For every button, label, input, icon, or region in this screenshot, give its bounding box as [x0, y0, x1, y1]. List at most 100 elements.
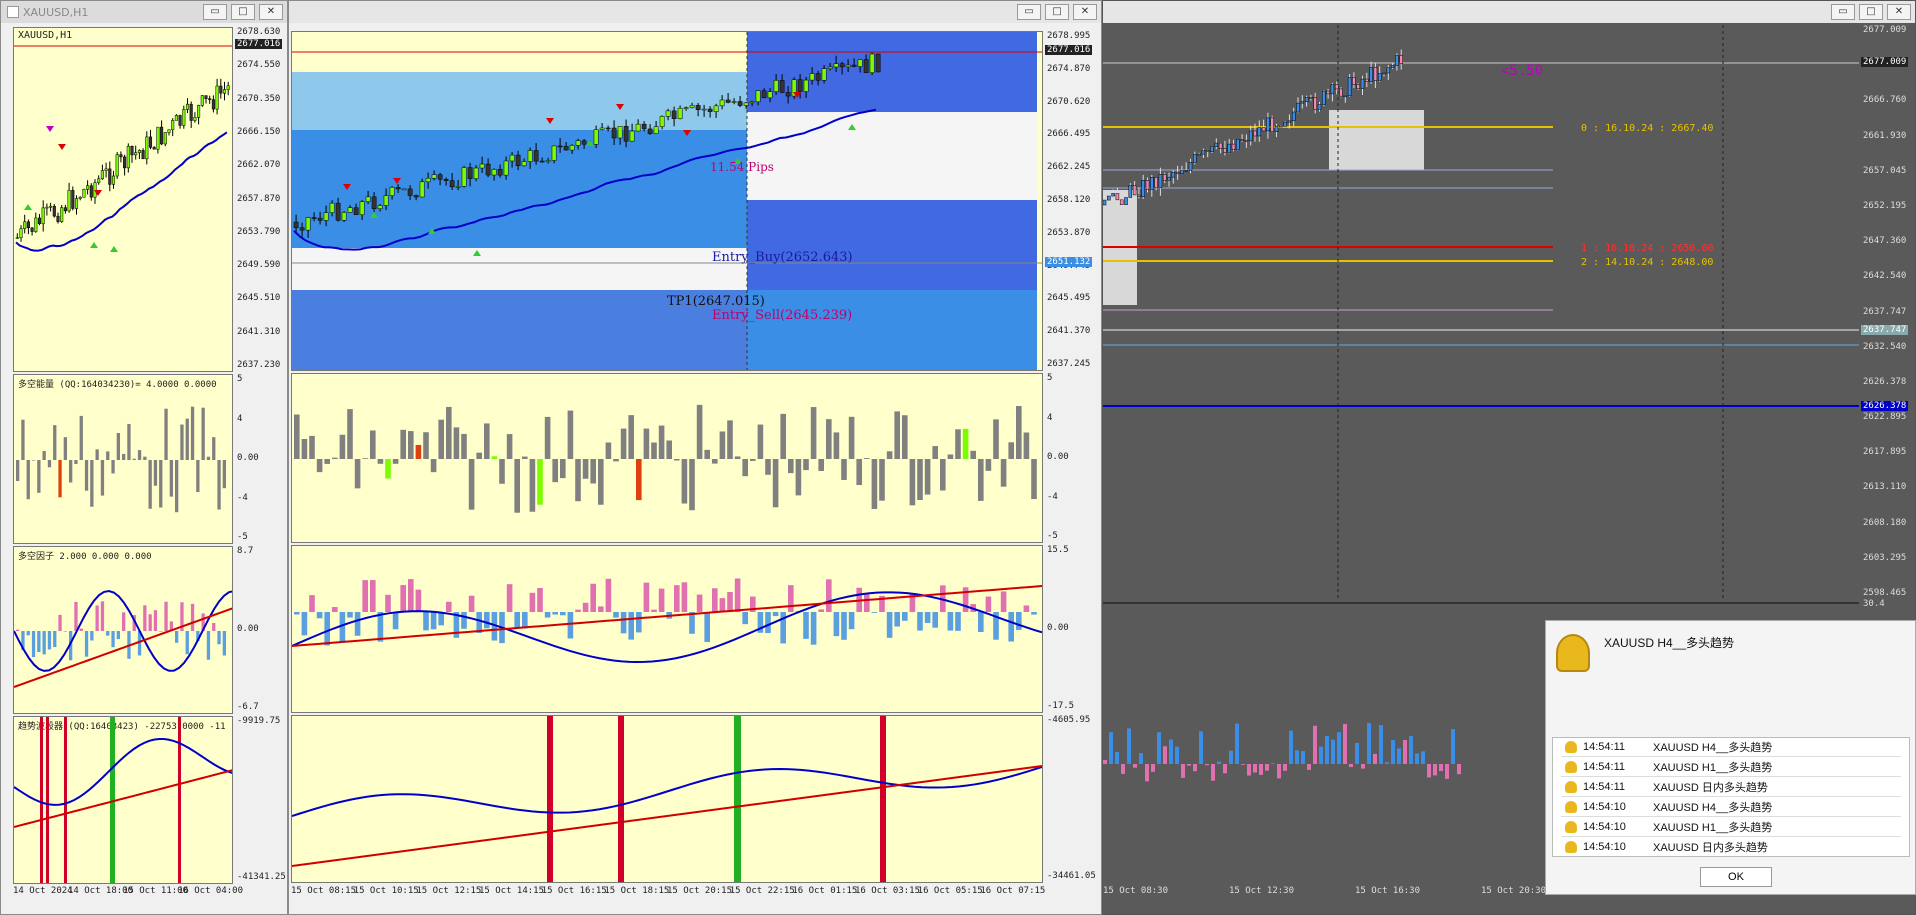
maximize-button[interactable]: □	[1859, 4, 1883, 20]
axis-tick-label: -4	[237, 492, 248, 503]
window-titlebar[interactable]: ▭ □ ✕	[1103, 1, 1915, 23]
line-label-1: 1 : 16.10.24 : 2650.00	[1581, 243, 1714, 254]
mid-ind2-axis: 15.5 0.00 -17.5	[1045, 545, 1101, 713]
candle-body	[461, 167, 467, 187]
price-tag: 2677.016	[235, 39, 283, 49]
osc-bar	[1181, 764, 1185, 778]
maximize-button[interactable]: □	[231, 4, 255, 20]
close-button[interactable]: ✕	[1073, 4, 1097, 20]
candle-body	[1283, 121, 1287, 127]
trend-line-blue	[292, 766, 1042, 817]
left-ind2-svg	[14, 590, 232, 688]
supply-demand-zones	[292, 32, 1037, 370]
histogram-bar	[190, 406, 195, 460]
alert-row[interactable]: 14:54:11 XAUUSD H1__多头趋势	[1561, 758, 1901, 777]
indicator-pane-1-left[interactable]: 多空能量 (QQ:164034230)= 4.0000 0.0000	[13, 374, 233, 544]
histogram-bar	[362, 458, 368, 459]
price-pane-left[interactable]: XAUUSD,H1	[13, 27, 233, 372]
histogram-bar	[354, 459, 361, 489]
candle-body	[671, 110, 677, 119]
candle-body	[767, 91, 773, 99]
indicator-pane-3-middle[interactable]	[291, 715, 1043, 883]
candle-body	[545, 160, 551, 162]
window-titlebar[interactable]: ▭ □ ✕	[289, 1, 1101, 23]
histogram-bar	[651, 609, 657, 612]
histogram-bar	[712, 588, 718, 612]
osc-bar	[1337, 732, 1341, 764]
histogram-bar	[841, 612, 847, 640]
histogram-bar	[438, 419, 444, 459]
histogram-bar	[712, 459, 718, 464]
histogram-bar	[90, 631, 94, 641]
histogram-bar	[560, 459, 566, 479]
candle-body	[156, 126, 160, 150]
axis-tick-label: 2677.009	[1863, 25, 1907, 35]
histogram-bar	[924, 612, 931, 623]
indicator-pane-1-middle[interactable]	[291, 373, 1043, 543]
osc-bar	[1439, 764, 1443, 772]
candle-body	[1339, 88, 1343, 97]
candle-body	[93, 182, 97, 198]
candle-body	[1154, 177, 1158, 189]
chart-window-left[interactable]: XAUUSD,H1 ▭ □ ✕ XAUUSD,H1 2678.630 2674.5…	[0, 0, 288, 915]
candle-body	[599, 127, 605, 130]
entry-sell-annotation: Entry_Sell(2645.239)	[712, 308, 853, 323]
close-button[interactable]: ✕	[1887, 4, 1911, 20]
histogram-bar	[37, 460, 41, 493]
axis-tick-label: 2674.550	[237, 60, 281, 71]
histogram-bar	[106, 631, 110, 636]
osc-bar	[1163, 746, 1167, 764]
osc-bar	[1379, 725, 1383, 764]
candle-body	[689, 105, 695, 108]
histogram-bar	[185, 631, 189, 655]
price-pane-right[interactable]: <5.50 0 : 16.10.24 : 2667.40 1 : 16.10.2…	[1103, 25, 1859, 600]
histogram-bar	[803, 459, 809, 471]
axis-tick-label: 2661.930	[1863, 130, 1907, 141]
histogram-bar	[932, 446, 938, 459]
minimize-button[interactable]: ▭	[203, 4, 227, 20]
candle-body	[119, 154, 123, 158]
bell-icon	[1565, 761, 1577, 773]
indicator-pane-2-left[interactable]: 多空因子 2.000 0.000 0.000	[13, 546, 233, 714]
candle-body	[413, 195, 419, 198]
osc-bar	[1145, 764, 1149, 782]
alert-row[interactable]: 14:54:10 XAUUSD H1__多头趋势	[1561, 818, 1901, 837]
histogram-bar	[362, 580, 368, 612]
histogram-bar	[90, 460, 94, 507]
candle-body	[211, 99, 215, 110]
candle-body	[1377, 73, 1382, 81]
alert-row[interactable]: 14:54:10 XAUUSD H4__多头趋势	[1561, 798, 1901, 817]
histogram-bar	[222, 631, 226, 656]
ok-button[interactable]: OK	[1700, 867, 1772, 887]
axis-tick-label: 0.00	[1047, 623, 1069, 633]
candle-body	[104, 168, 108, 171]
close-button[interactable]: ✕	[259, 4, 283, 20]
candle-body	[1261, 127, 1266, 132]
axis-tick-label: 2657.045	[1863, 165, 1907, 176]
chart-window-middle[interactable]: ▭ □ ✕ 11.54 Pips Entry_Buy(2652.643) TP1…	[288, 0, 1102, 915]
candle-body	[1300, 101, 1305, 104]
alert-list[interactable]: 14:54:11 XAUUSD H4__多头趋势 14:54:11 XAUUSD H1…	[1552, 737, 1910, 857]
candle-body	[509, 154, 515, 162]
price-pane-middle[interactable]: 11.54 Pips Entry_Buy(2652.643) TP1(2647.…	[291, 31, 1043, 371]
minimize-button[interactable]: ▭	[1017, 4, 1041, 20]
histogram-bar	[810, 407, 817, 459]
window-titlebar[interactable]: XAUUSD,H1 ▭ □ ✕	[1, 1, 287, 23]
alert-dialog[interactable]: XAUUSD H4__多头趋势 14:54:11 XAUUSD H4__多头趋势 1…	[1545, 620, 1916, 895]
tp1-annotation: TP1(2647.015)	[667, 294, 765, 309]
indicator-pane-3-left[interactable]: 趋势波段器 (QQ:16403423) -22753.0000 -11	[13, 716, 233, 884]
minimize-button[interactable]: ▭	[1831, 4, 1855, 20]
candle-body	[1132, 185, 1137, 196]
alert-row[interactable]: 14:54:10 XAUUSD 日内多头趋势	[1561, 838, 1901, 856]
axis-tick-label: 2653.790	[237, 226, 281, 237]
histogram-bar	[955, 429, 961, 459]
histogram-bar	[47, 460, 52, 468]
indicator-pane-2-middle[interactable]	[291, 545, 1043, 713]
histogram-bar	[324, 459, 330, 464]
histogram-bar	[962, 428, 969, 459]
alert-row[interactable]: 14:54:11 XAUUSD 日内多头趋势	[1561, 778, 1901, 797]
left-ind1-axis: 5 4 0.00 -4 -5	[235, 374, 289, 544]
histogram-bar	[212, 437, 216, 460]
maximize-button[interactable]: □	[1045, 4, 1069, 20]
alert-row[interactable]: 14:54:11 XAUUSD H4__多头趋势	[1561, 738, 1901, 757]
